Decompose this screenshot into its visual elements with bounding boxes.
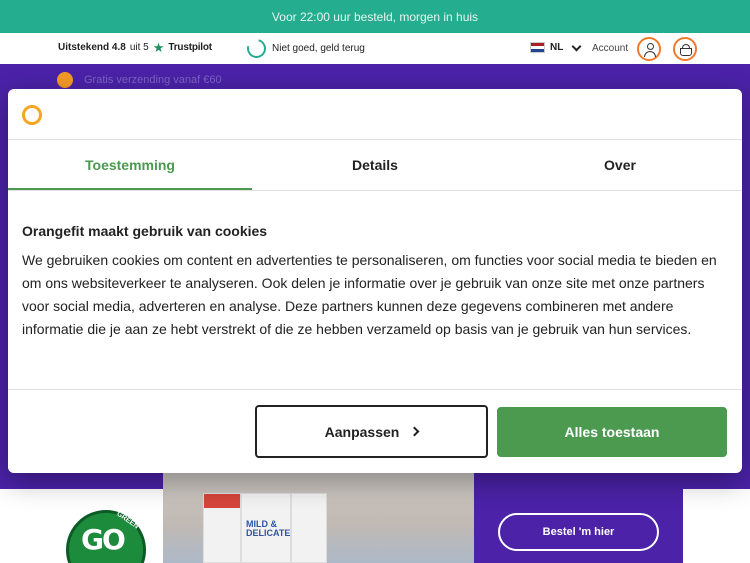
tab-details-label: Details [352,157,398,173]
guarantee-link[interactable]: Niet goed, geld terug [243,35,365,62]
cookie-dialog: Toestemming Details Over Orangefit maakt… [8,89,742,473]
basket-button[interactable] [673,37,697,61]
allow-all-label: Alles toestaan [564,424,660,440]
trustpilot-rating[interactable]: Uitstekend 4.8 uit 5 ★ Trustpilot [58,39,212,55]
go-green-main-text: GO [81,523,126,556]
basket-icon [679,48,692,56]
tab-consent[interactable]: Toestemming [8,140,252,190]
product-carton [291,493,327,563]
language-label: NL [550,42,564,53]
customize-label: Aanpassen [324,423,400,440]
guarantee-icon [243,35,270,62]
orangefit-logo-icon [22,105,42,125]
allow-all-button[interactable]: Alles toestaan [497,407,727,457]
chevron-down-icon [571,41,582,51]
guarantee-label: Niet goed, geld terug [272,43,365,54]
order-button[interactable]: Bestel 'm hier [498,513,659,551]
product-image: MILD & DELICATE [163,473,474,563]
customize-button[interactable]: Aanpassen [255,405,488,458]
dialog-divider [8,389,742,390]
tab-details[interactable]: Details [253,140,497,190]
dialog-title: Orangefit maakt gebruik van cookies [22,223,268,239]
rating-suffix: uit 5 [129,42,149,53]
dialog-divider [8,190,742,191]
tab-consent-label: Toestemming [85,157,175,173]
user-icon [646,43,654,50]
trustpilot-star-icon: ★ [152,39,165,55]
rating-label: Uitstekend 4.8 [58,42,126,53]
chevron-right-icon [409,426,420,437]
product-carton: MILD & DELICATE [241,493,291,563]
hero-ghost-text: Gratis verzending vanaf €60 [84,74,222,86]
promo-bar: Voor 22:00 uur besteld, morgen in huis [0,0,750,33]
tab-about[interactable]: Over [498,140,742,190]
promo-text: Voor 22:00 uur besteld, morgen in huis [271,9,479,24]
account-button[interactable] [637,37,661,61]
trustpilot-label: Trustpilot [168,42,212,53]
promo-badge-icon [57,72,73,88]
carton-band [204,494,240,508]
user-icon-body [643,51,656,57]
product-carton [203,493,241,563]
language-selector[interactable]: NL [530,41,582,53]
nl-flag-icon [530,42,545,53]
dialog-body: We gebruiken cookies om content en adver… [22,252,717,337]
utility-bar: Uitstekend 4.8 uit 5 ★ Trustpilot Niet g… [0,33,750,64]
account-link[interactable]: Account [592,43,628,54]
tab-about-label: Over [604,157,636,173]
carton-label: MILD & DELICATE [246,519,291,538]
go-green-logo: GREEN GO [66,510,146,563]
